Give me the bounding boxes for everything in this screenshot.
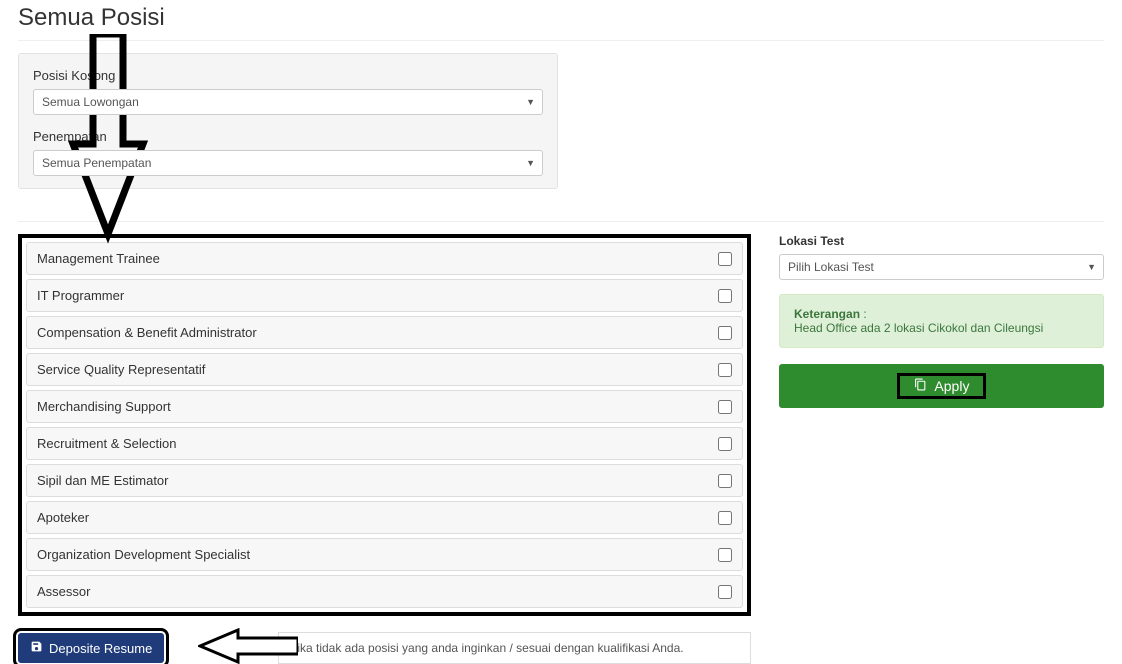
position-label: Assessor [37, 584, 718, 599]
divider [18, 40, 1104, 41]
position-label: Sipil dan ME Estimator [37, 473, 718, 488]
filter-panel: Posisi Kosong Semua Lowongan ▼ Penempata… [18, 53, 558, 189]
info-box: Keterangan : Head Office ada 2 lokasi Ci… [779, 294, 1104, 348]
copy-icon [914, 378, 931, 394]
position-label: IT Programmer [37, 288, 718, 303]
position-item[interactable]: Organization Development Specialist [26, 538, 743, 571]
placement-label: Penempatan [33, 129, 543, 144]
placement-select[interactable]: Semua Penempatan [33, 150, 543, 176]
position-item[interactable]: Management Trainee [26, 242, 743, 275]
deposit-note: Jika tidak ada posisi yang anda inginkan… [278, 632, 751, 664]
position-item[interactable]: Sipil dan ME Estimator [26, 464, 743, 497]
apply-button[interactable]: Apply [779, 364, 1104, 408]
position-checkbox[interactable] [718, 585, 732, 599]
position-label: Organization Development Specialist [37, 547, 718, 562]
position-checkbox[interactable] [718, 400, 732, 414]
position-item[interactable]: Assessor [26, 575, 743, 608]
position-item[interactable]: IT Programmer [26, 279, 743, 312]
deposit-resume-label: Deposite Resume [49, 641, 152, 656]
position-list: Management Trainee IT Programmer Compensat… [18, 234, 751, 616]
divider [18, 221, 1104, 222]
position-label: Merchandising Support [37, 399, 718, 414]
position-label: Recruitment & Selection [37, 436, 718, 451]
location-test-label: Lokasi Test [779, 234, 1104, 248]
info-text: Head Office ada 2 lokasi Cikokol dan Cil… [794, 321, 1043, 335]
position-item[interactable]: Merchandising Support [26, 390, 743, 423]
position-checkbox[interactable] [718, 437, 732, 451]
position-checkbox[interactable] [718, 548, 732, 562]
position-checkbox[interactable] [718, 326, 732, 340]
position-label: Service Quality Representatif [37, 362, 718, 377]
page-title: Semua Posisi [18, 4, 1104, 32]
position-checkbox[interactable] [718, 289, 732, 303]
position-checkbox[interactable] [718, 511, 732, 525]
deposit-resume-button[interactable]: Deposite Resume [18, 633, 164, 663]
location-test-select[interactable]: Pilih Lokasi Test [779, 254, 1104, 280]
vacancy-label: Posisi Kosong [33, 68, 543, 83]
position-checkbox[interactable] [718, 474, 732, 488]
position-label: Apoteker [37, 510, 718, 525]
apply-label: Apply [934, 378, 969, 394]
position-item[interactable]: Recruitment & Selection [26, 427, 743, 460]
save-icon [30, 640, 43, 656]
position-checkbox[interactable] [718, 363, 732, 377]
position-item[interactable]: Compensation & Benefit Administrator [26, 316, 743, 349]
position-item[interactable]: Apoteker [26, 501, 743, 534]
position-label: Management Trainee [37, 251, 718, 266]
vacancy-select[interactable]: Semua Lowongan [33, 89, 543, 115]
position-checkbox[interactable] [718, 252, 732, 266]
position-item[interactable]: Service Quality Representatif [26, 353, 743, 386]
info-title: Keterangan [794, 307, 860, 321]
position-label: Compensation & Benefit Administrator [37, 325, 718, 340]
